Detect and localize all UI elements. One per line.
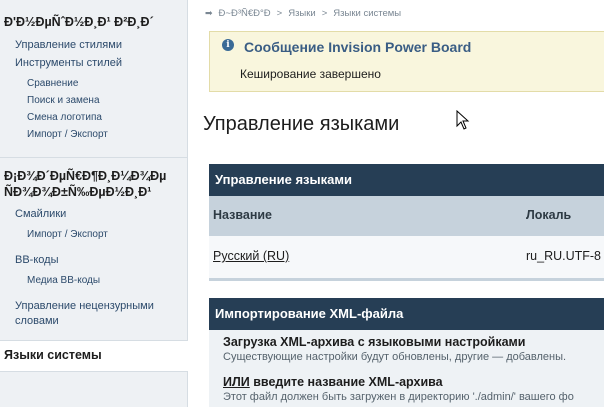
- sidebar-heading-content-line2: ÑÐ¾Ð¾Ð±Ñ‰ÐµÐ½Ð¸Ð¹: [4, 185, 152, 199]
- message-body: Кеширование завершено: [240, 67, 381, 81]
- table-row: Русский (RU) ru_RU.UTF-8: [209, 236, 604, 281]
- language-name-link[interactable]: Русский (RU): [213, 249, 289, 263]
- sidebar-heading-appearance: Ð'Ð½ÐµÑˆÐ½Ð¸Ð¹ Ð²Ð¸Ð´: [4, 15, 154, 29]
- column-header-locale: Локаль: [526, 208, 572, 222]
- info-icon: i: [222, 39, 234, 51]
- sidebar-heading-content-line1: Ð¡Ð¾Ð´ÐµÑ€Ð¶Ð¸Ð¼Ð¾Ðµ: [4, 169, 167, 183]
- column-header-name: Название: [213, 208, 273, 222]
- sidebar-divider: [0, 157, 187, 158]
- sidebar-item-style-tools[interactable]: Инструменты стилей: [15, 57, 122, 70]
- sidebar-item-system-languages[interactable]: Языки системы: [0, 340, 188, 372]
- sidebar-item-bbcodes[interactable]: BB-коды: [15, 254, 58, 267]
- languages-panel-title: Управление языками: [215, 172, 352, 187]
- breadcrumb-separator: >: [276, 8, 283, 19]
- import-panel-body: Загрузка XML-архива с языковыми настройк…: [209, 330, 604, 407]
- sidebar-subitem-import-export[interactable]: Импорт / Экспорт: [27, 129, 108, 141]
- sidebar-item-badwords-line1[interactable]: Управление нецензурными: [15, 300, 154, 313]
- languages-panel-header: Управление языками: [209, 164, 604, 196]
- mouse-cursor-icon: [456, 110, 470, 130]
- message-box: i Сообщение Invision Power Board Кеширов…: [209, 31, 604, 92]
- sidebar-subitem-media-bbcodes[interactable]: Медиа BB-коды: [27, 275, 100, 287]
- sidebar-item-manage-styles[interactable]: Управление стилями: [15, 39, 122, 52]
- breadcrumb-item-languages[interactable]: Языки: [288, 8, 316, 19]
- arrow-right-icon: ➡: [205, 8, 213, 18]
- sidebar-item-smilies[interactable]: Смайлики: [15, 208, 66, 221]
- enter-xml-title: ИЛИ введите название XML-архива: [223, 375, 443, 389]
- upload-xml-description: Существующие настройки будут обновлены, …: [223, 351, 567, 363]
- enter-xml-description: Этот файл должен быть загружен в директо…: [223, 391, 574, 403]
- breadcrumb-item-system-languages[interactable]: Языки системы: [333, 8, 401, 19]
- upload-xml-title: Загрузка XML-архива с языковыми настройк…: [223, 335, 526, 349]
- or-label: ИЛИ: [223, 375, 250, 389]
- message-title: Сообщение Invision Power Board: [244, 39, 472, 55]
- sidebar-active-label: Языки системы: [4, 348, 102, 362]
- sidebar-subitem-search-replace[interactable]: Поиск и замена: [27, 95, 100, 107]
- sidebar: Ð'Ð½ÐµÑˆÐ½Ð¸Ð¹ Ð²Ð¸Ð´ Управление стилями…: [0, 0, 188, 407]
- sidebar-subitem-change-logo[interactable]: Смена логотипа: [27, 112, 102, 124]
- sidebar-subitem-smilies-import-export[interactable]: Импорт / Экспорт: [27, 229, 108, 241]
- page-title: Управление языками: [203, 113, 400, 135]
- import-panel-title: Импортирование XML-файла: [215, 306, 404, 321]
- sidebar-subitem-compare[interactable]: Сравнение: [27, 78, 78, 90]
- languages-table-header: Название Локаль: [209, 196, 604, 236]
- breadcrumb-separator: >: [321, 8, 328, 19]
- language-locale: ru_RU.UTF-8: [526, 249, 602, 263]
- sidebar-item-badwords-line2[interactable]: словами: [15, 315, 59, 328]
- breadcrumb-item-home[interactable]: Ð~Ð³Ñ€Ð°Ð: [219, 8, 271, 19]
- enter-xml-text: введите название XML-архива: [253, 375, 443, 389]
- import-panel-header: Импортирование XML-файла: [209, 298, 604, 330]
- breadcrumb: ➡ Ð~Ð³Ñ€Ð°Ð > Языки > Языки системы: [205, 8, 401, 19]
